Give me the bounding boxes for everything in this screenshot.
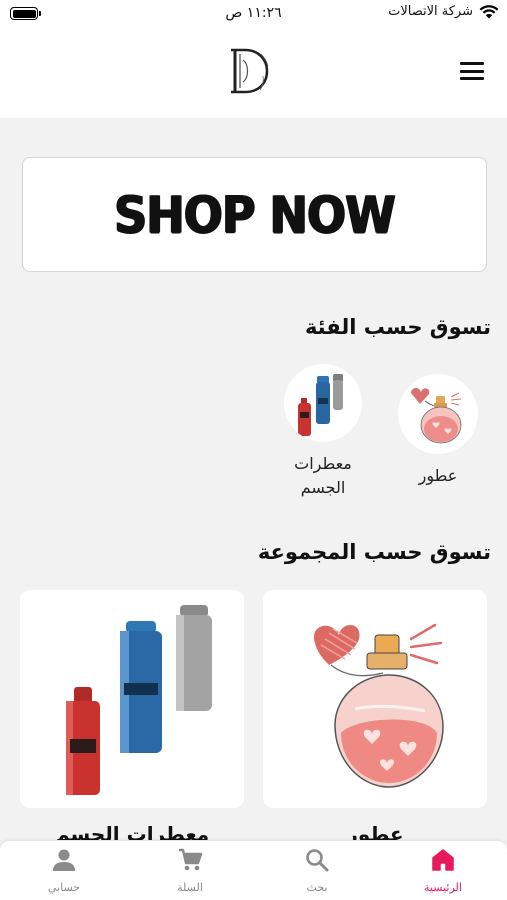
nav-search[interactable]: بحث xyxy=(277,847,357,894)
nav-account-label: حسابي xyxy=(47,881,81,894)
nav-account[interactable]: حسابي xyxy=(24,847,104,894)
hamburger-menu-icon[interactable] xyxy=(460,62,484,80)
nav-home-label: الرئيسية xyxy=(424,881,462,894)
category-body-spray-image xyxy=(284,364,362,442)
carrier-name: شركة الاتصالات xyxy=(388,4,473,19)
carrier-info: شركة الاتصالات xyxy=(388,4,499,19)
nav-search-label: بحث xyxy=(306,881,328,894)
shop-now-banner[interactable]: SHOP NOW xyxy=(22,157,487,272)
category-perfume-image xyxy=(398,374,478,454)
person-icon xyxy=(53,849,75,871)
category-perfume-label: عطور xyxy=(418,466,458,485)
body-spray-cans-icon xyxy=(298,374,343,436)
nav-cart[interactable]: السلة xyxy=(150,847,230,894)
category-body-spray-label: معطرات الجسم xyxy=(294,454,352,497)
home-icon xyxy=(432,849,454,871)
shop-by-group-title: تسوق حسب المجموعة xyxy=(257,540,491,564)
perfume-bottle-icon xyxy=(313,623,444,788)
nav-home[interactable]: الرئيسية xyxy=(403,847,483,894)
wifi-icon xyxy=(479,4,499,18)
bottom-navigation: الرئيسية بحث السلة حسابي xyxy=(0,840,507,900)
nav-cart-label: السلة xyxy=(177,881,203,894)
category-body-spray[interactable]: معطرات الجسم xyxy=(275,364,371,500)
group-body-spray-card[interactable] xyxy=(20,590,244,808)
shop-by-category-title: تسوق حسب الفئة xyxy=(304,315,491,339)
shop-now-text: SHOP NOW xyxy=(114,184,396,245)
search-icon xyxy=(306,849,329,872)
cart-icon xyxy=(179,848,203,871)
group-perfume-card[interactable] xyxy=(263,590,487,808)
category-perfume[interactable]: عطور xyxy=(397,374,479,488)
perfume-bottle-icon xyxy=(411,387,462,444)
status-bar: ١١:٢٦ ص شركة الاتصالات xyxy=(0,0,507,30)
body-spray-cans-icon xyxy=(66,605,212,795)
brand-logo-icon[interactable] xyxy=(223,44,273,98)
app-header xyxy=(0,30,507,118)
